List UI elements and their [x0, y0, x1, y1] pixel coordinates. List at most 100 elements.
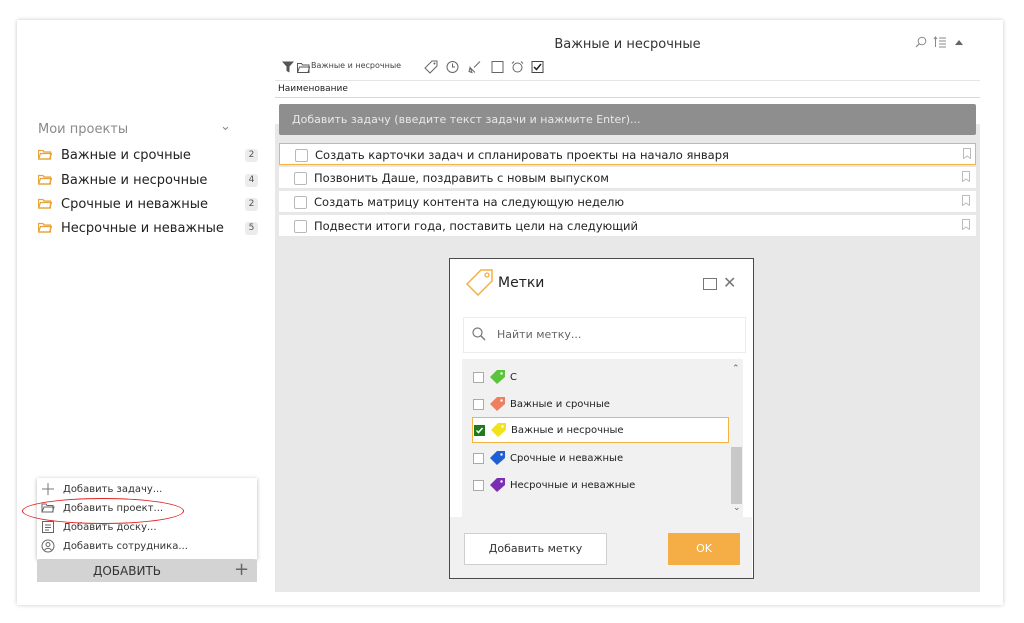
task-row[interactable]: Создать матрицу контента на следующую не… [279, 191, 976, 213]
task-row[interactable]: Позвонить Даше, поздравить с новым выпус… [279, 167, 976, 189]
label-name: Несрочные и неважные [510, 480, 636, 491]
task-checkbox[interactable] [295, 149, 308, 162]
label-checkbox[interactable] [473, 372, 484, 383]
label-name: С [510, 372, 517, 383]
labels-list: С Важные и срочные Важные и несрочные Ср… [462, 359, 743, 519]
label-checkbox[interactable] [473, 480, 484, 491]
sort-icon[interactable] [933, 36, 947, 48]
filter-icon[interactable] [281, 59, 295, 75]
plus-icon [42, 483, 54, 495]
project-count-badge: 2 [245, 198, 258, 211]
scroll-down-icon[interactable]: ⌄ [733, 503, 741, 513]
annotation-circle [22, 498, 184, 524]
menu-item-label: Добавить сотрудника... [63, 541, 188, 552]
task-row[interactable]: Подвести итоги года, поставить цели на с… [279, 215, 976, 237]
project-name: Срочные и неважные [61, 197, 209, 212]
dialog-title: Метки [498, 275, 545, 291]
tag-icon [490, 370, 505, 384]
project-item[interactable]: Важные и срочные 2 [38, 146, 260, 166]
label-checkbox-checked[interactable] [474, 425, 485, 436]
project-name: Несрочные и неважные [61, 221, 224, 236]
add-task-placeholder: Добавить задачу (введите текст задачи и … [292, 113, 641, 126]
label-item[interactable]: Несрочные и неважные [472, 473, 727, 497]
label-item-selected[interactable]: Важные и несрочные [472, 417, 729, 443]
label-name: Важные и несрочные [511, 425, 624, 436]
tag-icon[interactable] [424, 59, 438, 75]
task-checkbox[interactable] [294, 172, 307, 185]
task-checkbox[interactable] [294, 220, 307, 233]
label-item[interactable]: С [472, 365, 727, 389]
add-button-label: ДОБАВИТЬ [92, 564, 162, 578]
column-header[interactable]: Наименование [275, 80, 980, 98]
tag-icon [491, 423, 506, 437]
ok-button[interactable]: OK [668, 533, 740, 565]
dialog-footer: Добавить метку OK [450, 517, 752, 578]
projects-section-header[interactable]: Мои проекты ⌄ [38, 119, 238, 138]
plus-icon: + [234, 559, 250, 580]
label-checkbox[interactable] [473, 399, 484, 410]
label-item[interactable]: Срочные и неважные [472, 446, 727, 470]
labels-scrollbar[interactable]: ⌃ ⌄ [730, 359, 743, 519]
chevron-down-icon[interactable]: ⌄ [220, 119, 231, 134]
alarm-icon[interactable] [511, 59, 524, 75]
task-row[interactable]: Создать карточки задач и спланировать пр… [279, 143, 976, 165]
filter-toolbar: Важные и несрочные [281, 58, 581, 76]
folder-icon [38, 198, 52, 209]
broom-icon[interactable] [468, 59, 482, 75]
bookmark-icon[interactable] [963, 148, 971, 159]
task-title: Создать матрицу контента на следующую не… [314, 195, 625, 209]
bookmark-icon[interactable] [962, 219, 970, 230]
search-icon [472, 327, 486, 341]
tag-icon [490, 478, 505, 492]
project-count-badge: 4 [245, 174, 258, 187]
label-search-input[interactable]: Найти метку... [463, 317, 746, 353]
clock-icon[interactable] [446, 59, 459, 75]
project-name: Важные и несрочные [61, 173, 208, 188]
folder-icon [38, 222, 52, 233]
search-icon[interactable] [915, 36, 927, 48]
header-actions [915, 34, 975, 52]
column-header-name: Наименование [278, 84, 348, 94]
projects-section-label: Мои проекты [38, 122, 129, 137]
folder-icon [38, 149, 52, 160]
project-item[interactable]: Несрочные и неважные 5 [38, 219, 260, 239]
close-icon[interactable]: ✕ [723, 273, 736, 292]
collapse-icon[interactable] [955, 39, 963, 45]
folder-icon [38, 174, 52, 185]
task-title: Создать карточки задач и спланировать пр… [315, 148, 729, 162]
checkbox-icon[interactable] [531, 59, 544, 75]
menu-item-add-employee[interactable]: Добавить сотрудника... [41, 538, 251, 556]
tag-icon [466, 269, 493, 296]
scroll-thumb[interactable] [731, 447, 742, 504]
task-title: Позвонить Даше, поздравить с новым выпус… [314, 171, 609, 185]
add-button[interactable]: ДОБАВИТЬ + [37, 559, 257, 582]
user-icon [41, 539, 55, 553]
search-placeholder: Найти метку... [497, 328, 582, 341]
project-count-badge: 5 [245, 222, 258, 235]
menu-item-label: Добавить задачу... [63, 484, 163, 495]
project-item[interactable]: Важные и несрочные 4 [38, 171, 260, 191]
board-icon [42, 521, 54, 533]
square-icon[interactable] [491, 59, 504, 75]
check-icon [475, 427, 484, 434]
add-label-button[interactable]: Добавить метку [464, 533, 607, 565]
bookmark-icon[interactable] [962, 171, 970, 182]
project-name: Важные и срочные [61, 148, 191, 163]
menu-item-add-task[interactable]: Добавить задачу... [41, 481, 251, 499]
project-count-badge: 2 [245, 149, 258, 162]
task-checkbox[interactable] [294, 196, 307, 209]
task-title: Подвести итоги года, поставить цели на с… [314, 219, 638, 233]
maximize-icon[interactable] [703, 278, 717, 290]
labels-dialog: Метки ✕ Найти метку... С Важные и срочны… [449, 258, 754, 579]
label-name: Важные и срочные [510, 399, 610, 410]
project-filter[interactable]: Важные и несрочные [311, 61, 401, 77]
label-name: Срочные и неважные [510, 453, 624, 464]
bookmark-icon[interactable] [962, 195, 970, 206]
scroll-up-icon[interactable]: ⌃ [732, 364, 740, 374]
tag-icon [490, 451, 505, 465]
add-task-input[interactable]: Добавить задачу (введите текст задачи и … [279, 104, 976, 135]
label-checkbox[interactable] [473, 453, 484, 464]
tag-icon [490, 397, 505, 411]
project-item[interactable]: Срочные и неважные 2 [38, 195, 260, 215]
label-item[interactable]: Важные и срочные [472, 392, 727, 416]
